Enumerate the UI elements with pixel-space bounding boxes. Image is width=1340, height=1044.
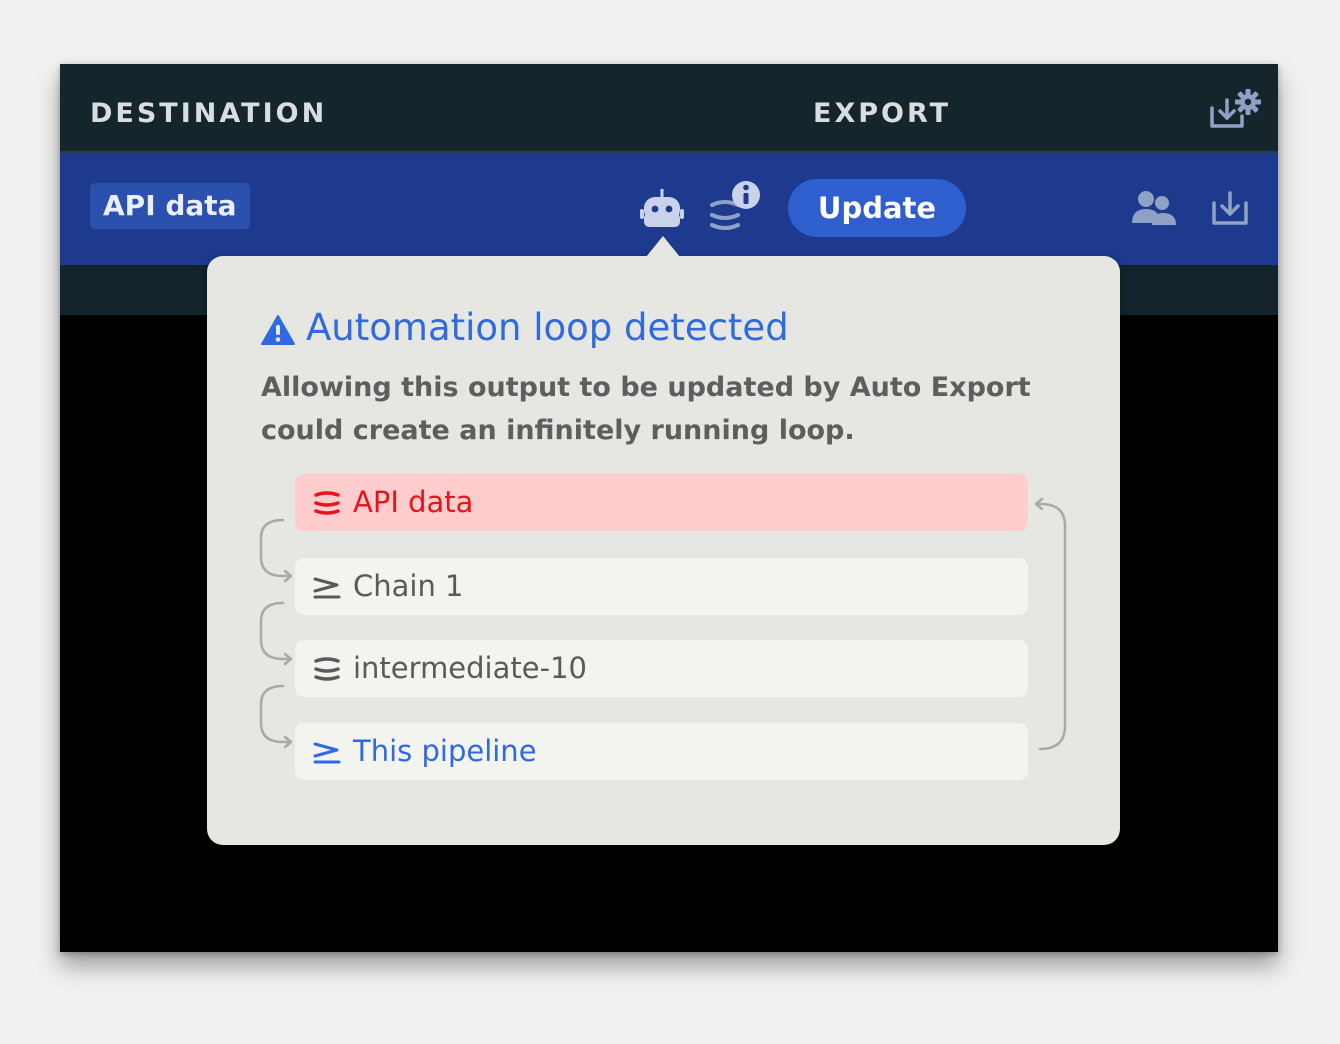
automation-loop-popover: Automation loop detected Allowing this o… [207,236,1120,845]
loop-item-this-pipeline[interactable]: This pipeline [295,723,1028,780]
dataset-info-icon[interactable] [706,177,762,237]
loop-item-label: This pipeline [353,734,537,768]
dataset-icon [314,491,340,515]
loop-item-label: API data [353,485,474,519]
dataset-tag[interactable]: API data [90,183,250,229]
popover-description: Allowing this output to be updated by Au… [261,372,1031,446]
loop-item-label: Chain 1 [353,569,464,603]
pipeline-icon [313,577,341,599]
loop-item-intermediate-10[interactable]: intermediate-10 [295,640,1028,697]
users-icon[interactable] [1130,189,1178,229]
column-header-bar: DESTINATION EXPORT [60,64,1278,153]
update-button[interactable]: Update [788,179,966,237]
loop-item-api-data[interactable]: API data [295,474,1028,531]
download-icon[interactable] [1210,189,1250,227]
export-settings-icon[interactable] [1206,84,1266,134]
destination-column-label: DESTINATION [90,98,328,129]
dataset-icon [314,657,340,681]
popover-title: Automation loop detected [261,306,789,350]
loop-item-label: intermediate-10 [353,651,587,685]
pipeline-icon [313,742,341,764]
popover-caret [646,236,680,257]
export-column-label: EXPORT [813,98,951,129]
robot-icon[interactable] [640,187,684,233]
popover-title-text: Automation loop detected [306,306,789,349]
loop-item-chain-1[interactable]: Chain 1 [295,558,1028,615]
